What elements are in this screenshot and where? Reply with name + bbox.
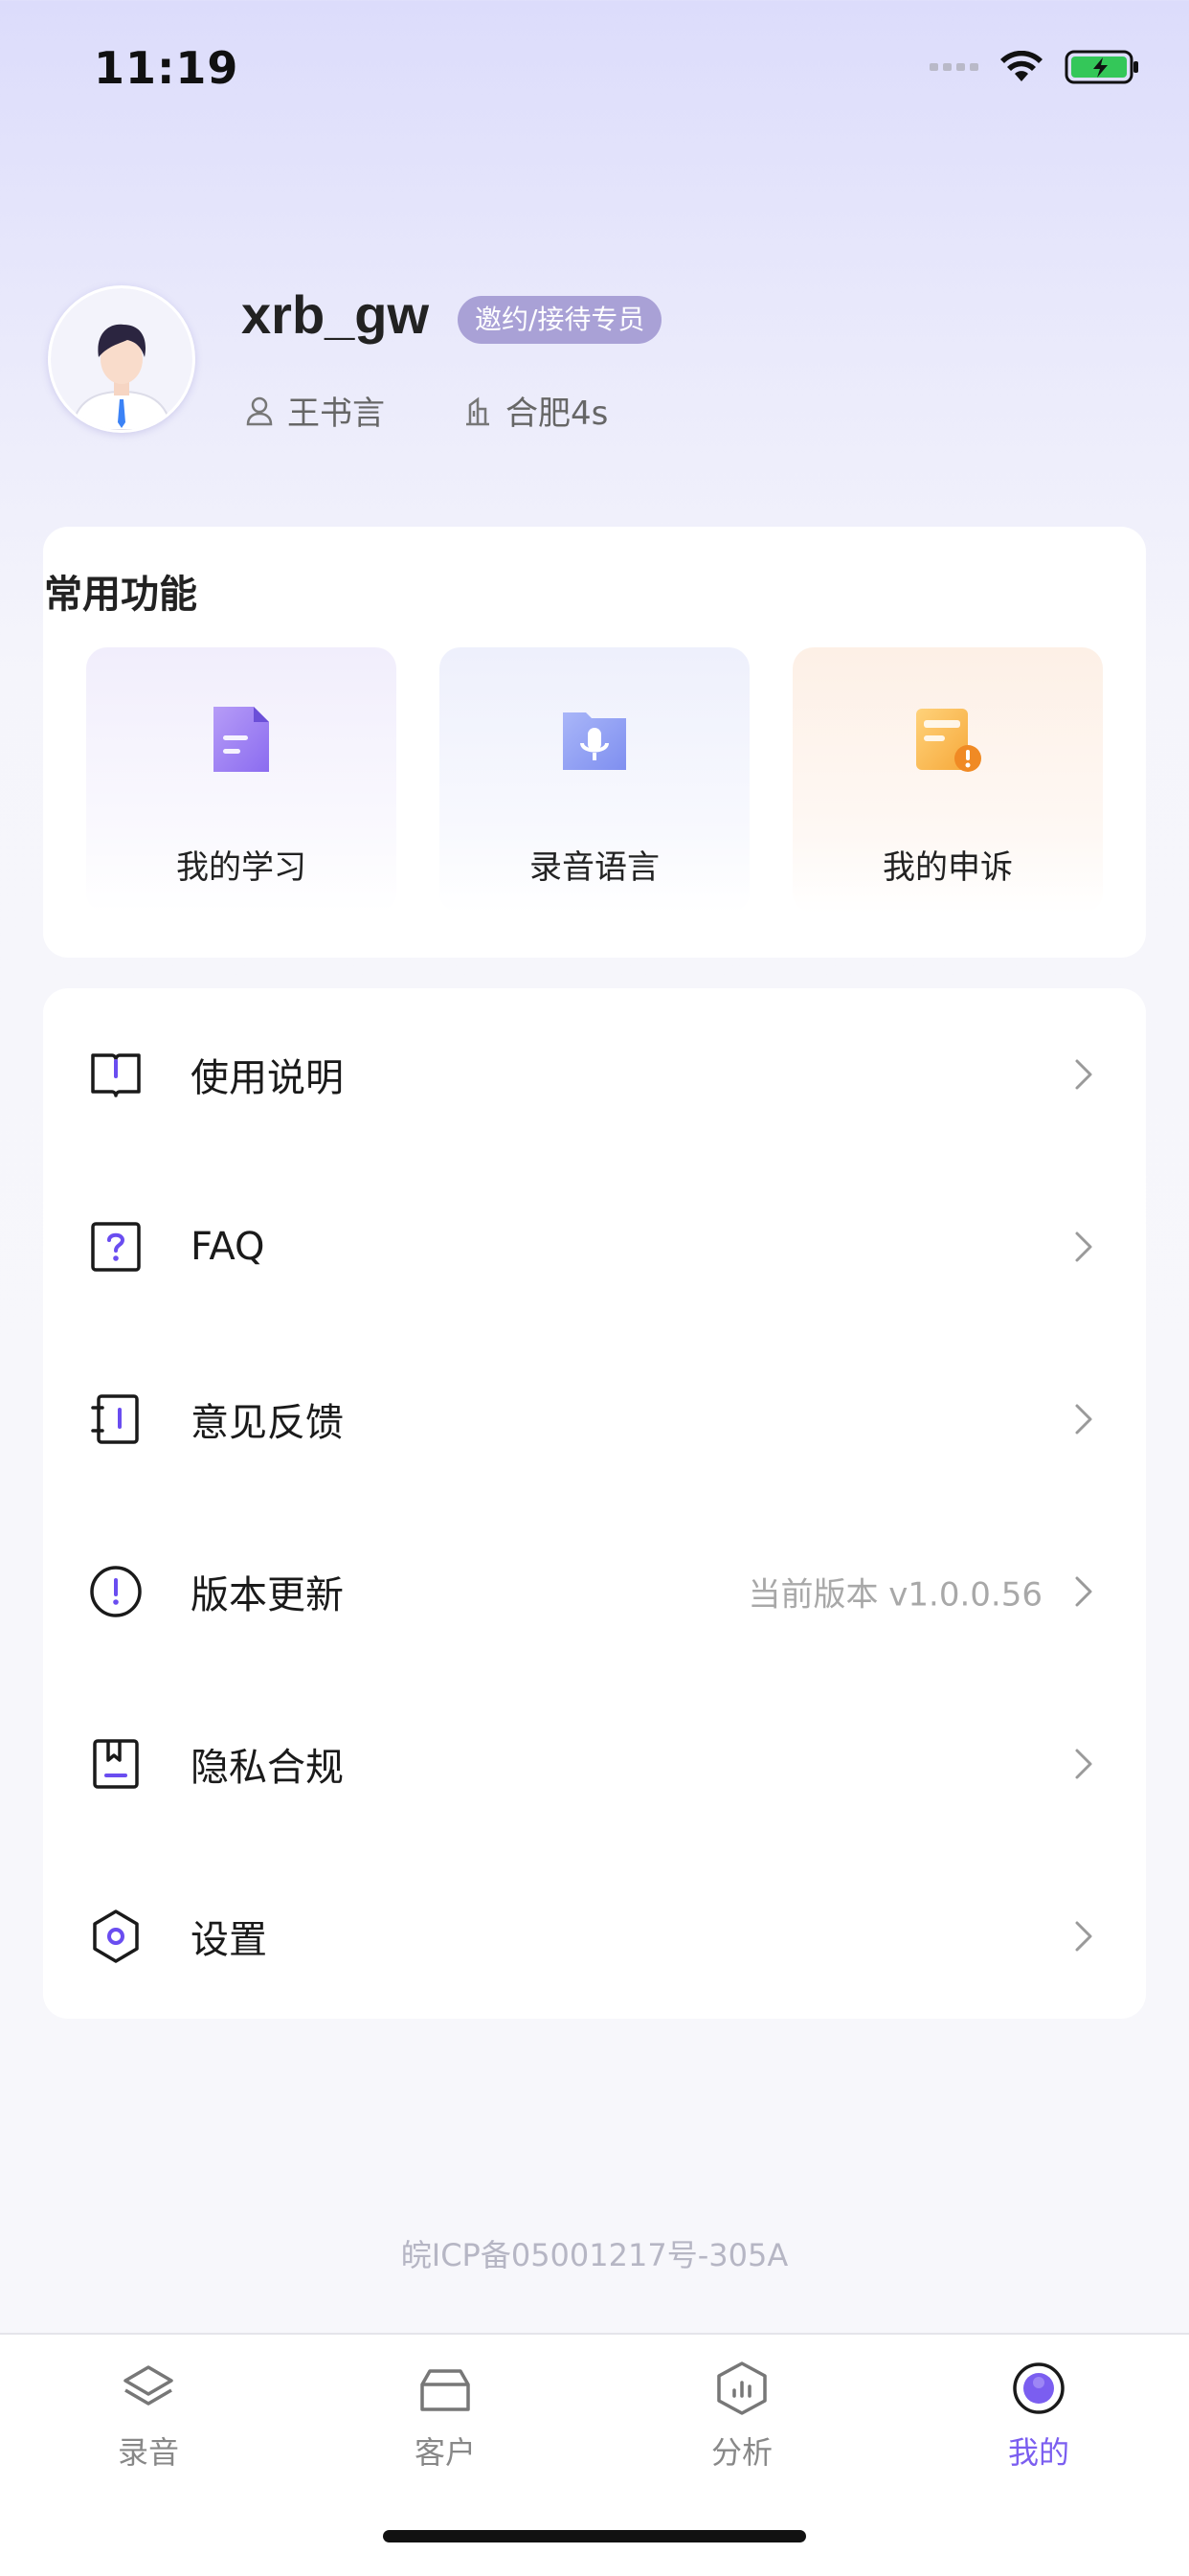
profile-name-text: 王书言 <box>287 395 385 433</box>
menu-label: 意见反馈 <box>191 1401 344 1445</box>
tab-customers[interactable]: 客户 <box>349 2360 541 2473</box>
profile-icon <box>1013 2362 1065 2414</box>
question-icon <box>91 1222 141 1272</box>
menu-item-privacy[interactable]: 隐私合规 <box>43 1678 1146 1850</box>
avatar[interactable] <box>48 285 195 433</box>
tile-recording-language[interactable]: 录音语言 <box>439 647 750 914</box>
avatar-illustration <box>51 288 192 430</box>
username: xrb_gw <box>241 284 430 345</box>
home-indicator <box>383 2530 806 2542</box>
menu-item-settings[interactable]: 设置 <box>43 1850 1146 2022</box>
profile-store-text: 合肥4s <box>505 395 609 433</box>
chart-hexagon-icon <box>717 2361 767 2415</box>
tab-recording[interactable]: 录音 <box>53 2360 244 2473</box>
box-icon <box>420 2369 470 2411</box>
hexagon-gear-icon <box>93 1909 139 1963</box>
chevron-right-icon <box>1075 1059 1092 1090</box>
menu-label: 版本更新 <box>191 1573 344 1617</box>
tab-label: 分析 <box>710 2434 773 2471</box>
building-icon <box>466 396 489 425</box>
menu-label: 隐私合规 <box>191 1746 344 1790</box>
menu-item-faq[interactable]: FAQ <box>43 1161 1146 1333</box>
tile-label: 录音语言 <box>529 848 660 887</box>
tab-label: 录音 <box>117 2434 179 2471</box>
tile-label: 我的申诉 <box>883 848 1013 887</box>
menu-label: 使用说明 <box>191 1056 344 1100</box>
current-version: 当前版本 v1.0.0.56 <box>748 1575 1043 1615</box>
profile-store: 合肥4s <box>463 387 608 434</box>
layers-icon <box>123 2365 173 2406</box>
chevron-right-icon <box>1075 1576 1092 1607</box>
menu-item-version-update[interactable]: 版本更新 当前版本 v1.0.0.56 <box>43 1505 1146 1678</box>
alert-circle-icon <box>90 1566 142 1617</box>
tab-analysis[interactable]: 分析 <box>646 2360 838 2473</box>
icp-record[interactable]: 皖ICP备05001217号-305A <box>0 2231 1189 2275</box>
tile-label: 我的学习 <box>176 848 306 887</box>
chevron-right-icon <box>1075 1921 1092 1952</box>
chevron-right-icon <box>1075 1232 1092 1262</box>
book-icon <box>91 1053 141 1097</box>
menu-item-instructions[interactable]: 使用说明 <box>43 988 1146 1161</box>
tab-label: 我的 <box>1007 2434 1069 2471</box>
status-time: 11:19 <box>94 42 239 94</box>
chevron-right-icon <box>1075 1749 1092 1779</box>
tab-label: 客户 <box>414 2434 476 2471</box>
menu-label: FAQ <box>191 1225 265 1269</box>
document-icon <box>213 707 269 772</box>
tile-my-learning[interactable]: 我的学习 <box>86 647 396 914</box>
role-badge: 邀约/接待专员 <box>458 296 662 344</box>
profile-name: 王书言 <box>245 387 385 434</box>
status-icons <box>930 50 1141 84</box>
wifi-icon <box>1000 51 1043 81</box>
menu-label: 设置 <box>191 1918 267 1962</box>
chevron-right-icon <box>1075 1404 1092 1435</box>
favorites-title: 常用功能 <box>44 573 197 617</box>
tile-my-complaints[interactable]: 我的申诉 <box>793 647 1103 914</box>
menu-item-feedback[interactable]: 意见反馈 <box>43 1333 1146 1505</box>
notebook-icon <box>91 1394 139 1444</box>
person-icon <box>246 396 273 425</box>
cellular-signal-icon <box>930 63 978 71</box>
bookmark-icon <box>93 1739 139 1789</box>
mic-folder-icon <box>563 712 626 770</box>
battery-icon <box>1065 50 1138 84</box>
complaint-icon <box>916 709 981 772</box>
tab-mine[interactable]: 我的 <box>943 2360 1134 2473</box>
